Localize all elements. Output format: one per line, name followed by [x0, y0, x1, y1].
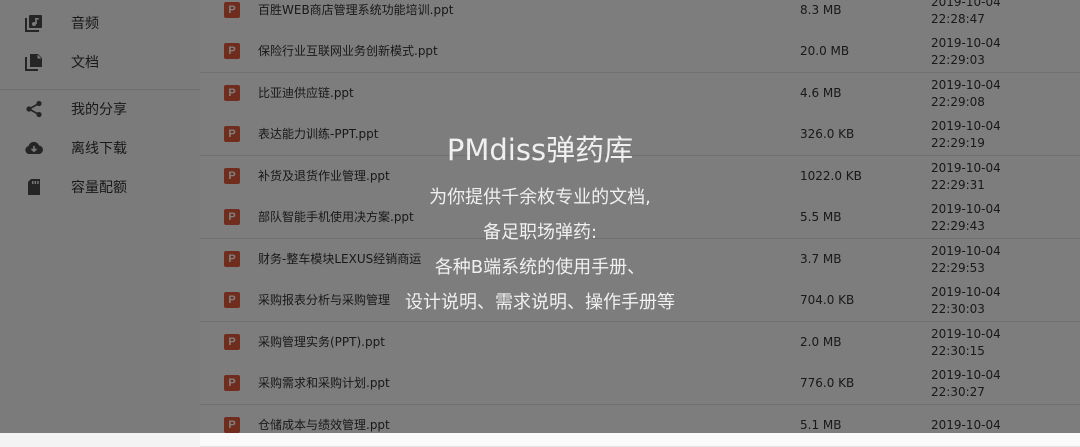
watermark-overlay: PMdiss弹药库 为你提供千余枚专业的文档, 备足职场弹药: 各种B端系统的使…: [0, 0, 1080, 433]
watermark-line: 备足职场弹药:: [482, 222, 598, 243]
watermark-line: 为你提供千余枚专业的文档,: [429, 187, 651, 208]
watermark-line: 设计说明、需求说明、操作手册等: [405, 292, 675, 313]
watermark-line: 各种B端系统的使用手册、: [434, 257, 646, 278]
watermark-title: PMdiss弹药库: [446, 133, 634, 167]
